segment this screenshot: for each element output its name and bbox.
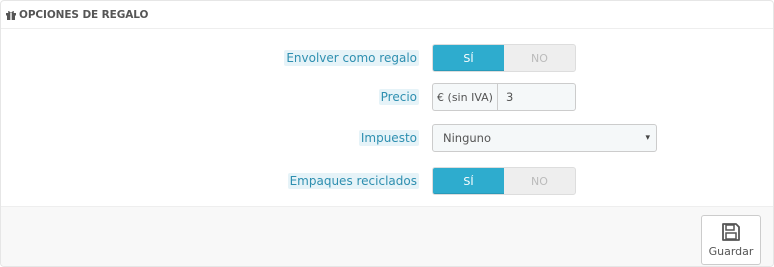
price-input-group: € (sin IVA) <box>432 83 576 111</box>
price-currency-addon: € (sin IVA) <box>432 83 497 111</box>
recycled-yes-option[interactable]: SÍ <box>433 168 504 194</box>
wrap-yes-option[interactable]: SÍ <box>433 45 504 71</box>
gift-icon <box>5 9 17 21</box>
wrap-no-option[interactable]: NO <box>504 45 575 71</box>
chevron-down-icon: ▾ <box>645 133 650 143</box>
price-input[interactable] <box>497 83 576 111</box>
save-label: Guardar <box>708 245 754 258</box>
tax-select[interactable]: Ninguno ▾ <box>432 124 657 152</box>
recycled-no-option[interactable]: NO <box>504 168 575 194</box>
save-icon <box>721 222 741 242</box>
panel-heading: OPCIONES DE REGALO <box>1 1 773 29</box>
price-label: Precio <box>378 89 419 105</box>
panel-title: OPCIONES DE REGALO <box>19 8 149 21</box>
tax-label: Impuesto <box>358 130 419 146</box>
price-row: Precio € (sin IVA) <box>1 83 773 111</box>
tax-row: Impuesto Ninguno ▾ <box>1 124 773 152</box>
wrap-switch[interactable]: SÍ NO <box>432 44 576 72</box>
wrap-row: Envolver como regalo SÍ NO <box>1 44 773 72</box>
recycled-switch[interactable]: SÍ NO <box>432 167 576 195</box>
recycled-label: Empaques reciclados <box>287 173 419 189</box>
tax-selected-value: Ninguno <box>443 131 491 145</box>
save-button[interactable]: Guardar <box>701 215 761 265</box>
gift-options-panel: OPCIONES DE REGALO Envolver como regalo … <box>0 0 774 267</box>
panel-footer: Guardar <box>1 206 773 266</box>
recycled-row: Empaques reciclados SÍ NO <box>1 167 773 195</box>
wrap-label: Envolver como regalo <box>284 50 419 66</box>
